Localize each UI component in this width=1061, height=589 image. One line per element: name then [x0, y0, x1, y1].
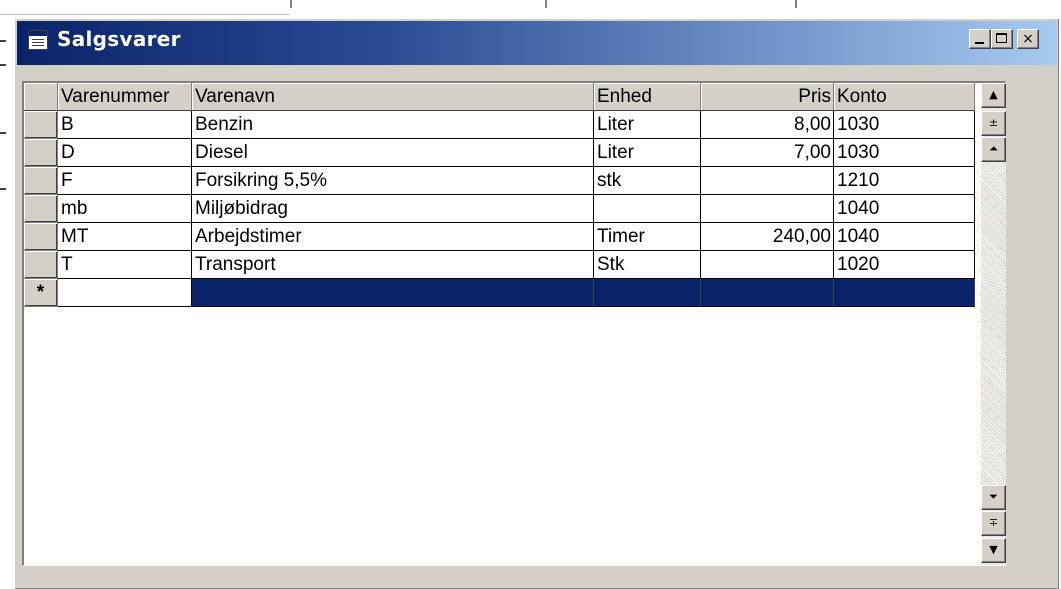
- cell-varenummer[interactable]: MT: [58, 223, 192, 251]
- column-header-pris[interactable]: Pris: [701, 83, 834, 111]
- maximize-icon: [996, 33, 1007, 43]
- cell-varenavn[interactable]: Transport: [192, 251, 594, 279]
- cell-pris[interactable]: [701, 251, 834, 279]
- cell-konto[interactable]: 1210: [834, 167, 975, 195]
- page-down-button[interactable]: ∓: [981, 511, 1006, 536]
- cell-konto[interactable]: 1030: [834, 111, 975, 139]
- cell-enhed[interactable]: stk: [594, 167, 701, 195]
- scroll-bottom-icon: ⏷: [989, 490, 998, 503]
- select-all-button[interactable]: [24, 83, 58, 111]
- cell-konto[interactable]: 1040: [834, 195, 975, 223]
- parent-ruler-tick: [545, 0, 547, 8]
- parent-mark: [0, 188, 6, 190]
- cell-varenummer[interactable]: mb: [58, 195, 192, 223]
- page-up-button[interactable]: ±: [981, 111, 1006, 136]
- parent-window-edge: [0, 14, 290, 15]
- arrow-down-icon: ▼: [989, 543, 998, 556]
- cell-varenavn[interactable]: Forsikring 5,5%: [192, 167, 594, 195]
- cell-konto[interactable]: 1020: [834, 251, 975, 279]
- cell-pris[interactable]: 8,00: [701, 111, 834, 139]
- scroll-top-icon: ⏶: [989, 142, 998, 155]
- close-icon: ×: [1022, 31, 1034, 47]
- cell-pris[interactable]: [701, 167, 834, 195]
- maximize-button[interactable]: [991, 29, 1013, 49]
- cell-varenavn[interactable]: Diesel: [192, 139, 594, 167]
- window-title: Salgsvarer: [57, 27, 181, 51]
- row-selector[interactable]: [24, 223, 58, 251]
- cell-varenavn[interactable]: Miljøbidrag: [192, 195, 594, 223]
- row-selector[interactable]: [24, 111, 58, 139]
- datasheet-icon[interactable]: [28, 30, 48, 50]
- row-selector[interactable]: [24, 167, 58, 195]
- new-record-icon[interactable]: *: [24, 279, 58, 307]
- cell-enhed[interactable]: Liter: [594, 139, 701, 167]
- row-selector[interactable]: [24, 139, 58, 167]
- new-cell-enhed[interactable]: [594, 279, 701, 307]
- scroll-up-button[interactable]: ▲: [981, 83, 1006, 108]
- page-down-icon: ∓: [988, 516, 999, 529]
- new-cell-konto[interactable]: [834, 279, 975, 307]
- minimize-icon: [975, 42, 984, 44]
- cell-varenavn[interactable]: Arbejdstimer: [192, 223, 594, 251]
- parent-mark: [0, 132, 6, 134]
- column-header-enhed[interactable]: Enhed: [594, 83, 701, 111]
- cell-varenummer[interactable]: T: [58, 251, 192, 279]
- vertical-scrollbar[interactable]: ▲ ± ⏶ ⏷ ∓ ▼: [981, 83, 1006, 565]
- cell-varenummer[interactable]: D: [58, 139, 192, 167]
- scroll-top-button[interactable]: ⏶: [981, 137, 1006, 162]
- close-button[interactable]: ×: [1017, 29, 1039, 49]
- new-cell-varenummer[interactable]: [58, 279, 192, 307]
- parent-ruler-tick: [290, 0, 292, 8]
- cell-konto[interactable]: 1040: [834, 223, 975, 251]
- cell-varenavn[interactable]: Benzin: [192, 111, 594, 139]
- cell-varenummer[interactable]: B: [58, 111, 192, 139]
- cell-pris[interactable]: [701, 195, 834, 223]
- title-bar[interactable]: Salgsvarer ×: [17, 21, 1057, 65]
- cell-konto[interactable]: 1030: [834, 139, 975, 167]
- cell-varenummer[interactable]: F: [58, 167, 192, 195]
- cell-pris[interactable]: 7,00: [701, 139, 834, 167]
- new-cell-varenavn[interactable]: [192, 279, 594, 307]
- parent-mark: [0, 64, 6, 66]
- cell-enhed[interactable]: Timer: [594, 223, 701, 251]
- column-header-varenummer[interactable]: Varenummer: [58, 83, 192, 111]
- cell-pris[interactable]: 240,00: [701, 223, 834, 251]
- parent-mark: [0, 40, 6, 42]
- scroll-bottom-button[interactable]: ⏷: [981, 485, 1006, 510]
- new-cell-pris[interactable]: [701, 279, 834, 307]
- cell-enhed[interactable]: [594, 195, 701, 223]
- column-header-konto[interactable]: Konto: [834, 83, 975, 111]
- parent-ruler-tick: [795, 0, 797, 8]
- minimize-button[interactable]: [969, 29, 991, 49]
- scroll-down-button[interactable]: ▼: [981, 538, 1006, 563]
- cell-enhed[interactable]: Liter: [594, 111, 701, 139]
- page-up-icon: ±: [988, 116, 999, 129]
- datasheet: Varenummer Varenavn Enhed Pris Konto B B…: [22, 81, 1006, 566]
- row-selector[interactable]: [24, 251, 58, 279]
- arrow-up-icon: ▲: [989, 88, 998, 101]
- column-header-varenavn[interactable]: Varenavn: [192, 83, 594, 111]
- row-selector[interactable]: [24, 195, 58, 223]
- cell-enhed[interactable]: Stk: [594, 251, 701, 279]
- salgsvarer-window: Salgsvarer × Varenummer Varenavn Enhed P…: [14, 18, 1059, 589]
